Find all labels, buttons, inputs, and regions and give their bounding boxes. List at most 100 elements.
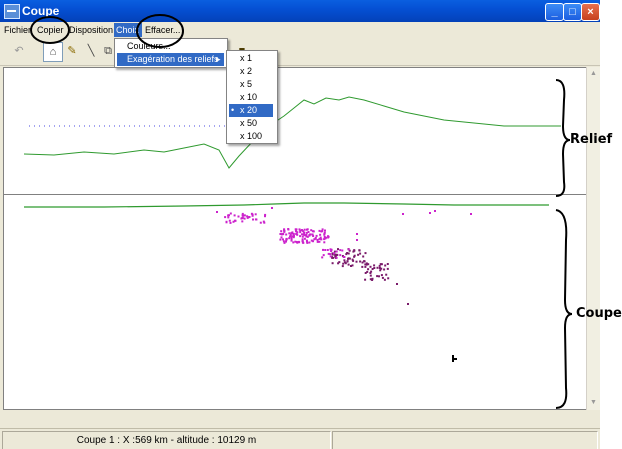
menu-fichier[interactable]: Fichier bbox=[2, 23, 33, 37]
menu-copier[interactable]: Copier bbox=[35, 23, 66, 37]
quake-dot bbox=[326, 249, 329, 251]
quake-dot bbox=[364, 263, 367, 266]
quake-dot bbox=[370, 270, 373, 273]
selected-bullet-icon: • bbox=[231, 105, 235, 115]
quake-dot bbox=[347, 263, 350, 266]
quake-dot bbox=[254, 218, 257, 221]
quake-dot bbox=[383, 268, 386, 271]
relief-option-x2[interactable]: x 2 bbox=[229, 65, 273, 78]
quake-dot bbox=[358, 249, 361, 252]
menu-effacer[interactable]: Effacer... bbox=[143, 23, 182, 37]
menu-disposition[interactable]: Disposition bbox=[67, 23, 115, 37]
relief-submenu: x 1 x 2 x 5 x 10 x 20 • x 50 x 100 bbox=[226, 50, 278, 144]
quake-dot bbox=[429, 212, 431, 214]
section-icon[interactable]: ⌂ bbox=[43, 42, 63, 62]
relief-option-x10[interactable]: x 10 bbox=[229, 91, 273, 104]
quake-dot bbox=[319, 233, 322, 236]
coupe-surface-line bbox=[24, 202, 549, 208]
quake-dot bbox=[376, 266, 379, 269]
quake-dot bbox=[337, 248, 339, 251]
quake-dot bbox=[228, 219, 231, 222]
quake-dot bbox=[345, 253, 348, 256]
quake-dot bbox=[353, 255, 356, 258]
quake-dot bbox=[323, 238, 326, 241]
quake-dot bbox=[228, 214, 230, 217]
status-text: Coupe 1 : X :569 km - altitude : 10129 m bbox=[2, 431, 331, 449]
menu-couleurs[interactable]: Couleurs... bbox=[117, 40, 224, 53]
minimize-button[interactable]: _ bbox=[545, 3, 564, 21]
quake-dot bbox=[298, 228, 301, 231]
quake-dot bbox=[287, 228, 290, 230]
quake-dot bbox=[324, 249, 327, 251]
earthquake-dots bbox=[216, 207, 472, 305]
quake-dot bbox=[329, 248, 332, 251]
quake-dot bbox=[331, 262, 334, 265]
line-icon[interactable]: ╲ bbox=[82, 42, 100, 60]
quake-dot bbox=[322, 248, 324, 251]
toolbar: ↶ ⌂ ✎ ╲ ⧉ ■ bbox=[0, 38, 600, 66]
quake-dot bbox=[288, 237, 291, 240]
coupe-scrollbar[interactable]: ▼ bbox=[586, 194, 600, 410]
relief-panel[interactable] bbox=[3, 67, 588, 195]
relief-option-x5[interactable]: x 5 bbox=[229, 78, 273, 91]
quake-dot bbox=[271, 207, 273, 209]
quake-dot bbox=[367, 268, 370, 271]
quake-dot bbox=[351, 258, 354, 261]
menu-exageration-reliefs[interactable]: Exagération des reliefs bbox=[117, 53, 224, 66]
quake-dot bbox=[339, 249, 342, 252]
coupe-panel[interactable] bbox=[3, 194, 588, 410]
quake-dot bbox=[364, 272, 367, 274]
quake-dot bbox=[369, 274, 372, 277]
quake-dot bbox=[303, 237, 306, 240]
quake-dot bbox=[355, 260, 358, 263]
quake-dot bbox=[316, 239, 319, 241]
scroll-down-arrow-icon[interactable]: ▼ bbox=[588, 398, 599, 408]
relief-line bbox=[23, 96, 561, 169]
quake-dot bbox=[295, 230, 297, 233]
close-button[interactable]: × bbox=[581, 3, 600, 21]
menu-bar: Fichier Copier Disposition Choix Effacer… bbox=[0, 22, 600, 38]
quake-dot bbox=[384, 264, 387, 267]
menu-choix[interactable]: Choix bbox=[114, 23, 142, 37]
relief-option-x20[interactable]: x 20 bbox=[229, 104, 273, 117]
quake-dot bbox=[291, 235, 294, 238]
quake-dot bbox=[407, 303, 409, 305]
coupe-annotation: Coupe bbox=[576, 306, 622, 321]
quake-dot bbox=[341, 265, 344, 268]
quake-dot bbox=[470, 213, 472, 215]
relief-option-x50[interactable]: x 50 bbox=[229, 117, 273, 130]
quake-dot bbox=[316, 240, 319, 243]
quake-dot bbox=[233, 214, 236, 217]
maximize-button[interactable]: □ bbox=[563, 3, 582, 21]
relief-option-x1[interactable]: x 1 bbox=[229, 52, 273, 65]
relief-option-x100[interactable]: x 100 bbox=[229, 130, 273, 143]
quake-dot bbox=[282, 238, 284, 241]
quake-dot bbox=[295, 232, 298, 235]
pencil-icon[interactable]: ✎ bbox=[63, 42, 81, 60]
quake-dot bbox=[385, 273, 388, 276]
scroll-up-arrow-icon[interactable]: ▲ bbox=[588, 69, 599, 79]
undo-icon[interactable]: ↶ bbox=[10, 42, 28, 60]
title-bar[interactable]: Coupe _ □ × bbox=[0, 0, 600, 22]
status-bar: Coupe 1 : X :569 km - altitude : 10129 m bbox=[0, 428, 600, 449]
quake-dot bbox=[262, 220, 265, 223]
quake-dot bbox=[259, 221, 262, 224]
quake-dot bbox=[371, 277, 374, 280]
quake-dot bbox=[299, 235, 302, 238]
quake-dot bbox=[285, 240, 287, 243]
quake-dot bbox=[280, 236, 283, 239]
quake-dot bbox=[357, 253, 360, 256]
quake-dot bbox=[380, 267, 383, 270]
quake-dot bbox=[307, 231, 310, 233]
relief-scrollbar[interactable]: ▲ bbox=[586, 67, 600, 194]
quake-dot bbox=[281, 232, 284, 235]
quake-dot bbox=[323, 241, 326, 244]
quake-dot bbox=[310, 239, 313, 242]
quake-dot bbox=[396, 283, 398, 285]
quake-dot bbox=[241, 212, 244, 215]
submenu-arrow-icon: ▸ bbox=[216, 54, 221, 64]
quake-dot bbox=[246, 215, 249, 218]
quake-dot bbox=[241, 216, 244, 219]
status-pane-empty bbox=[332, 431, 598, 449]
quake-dot bbox=[380, 274, 383, 277]
